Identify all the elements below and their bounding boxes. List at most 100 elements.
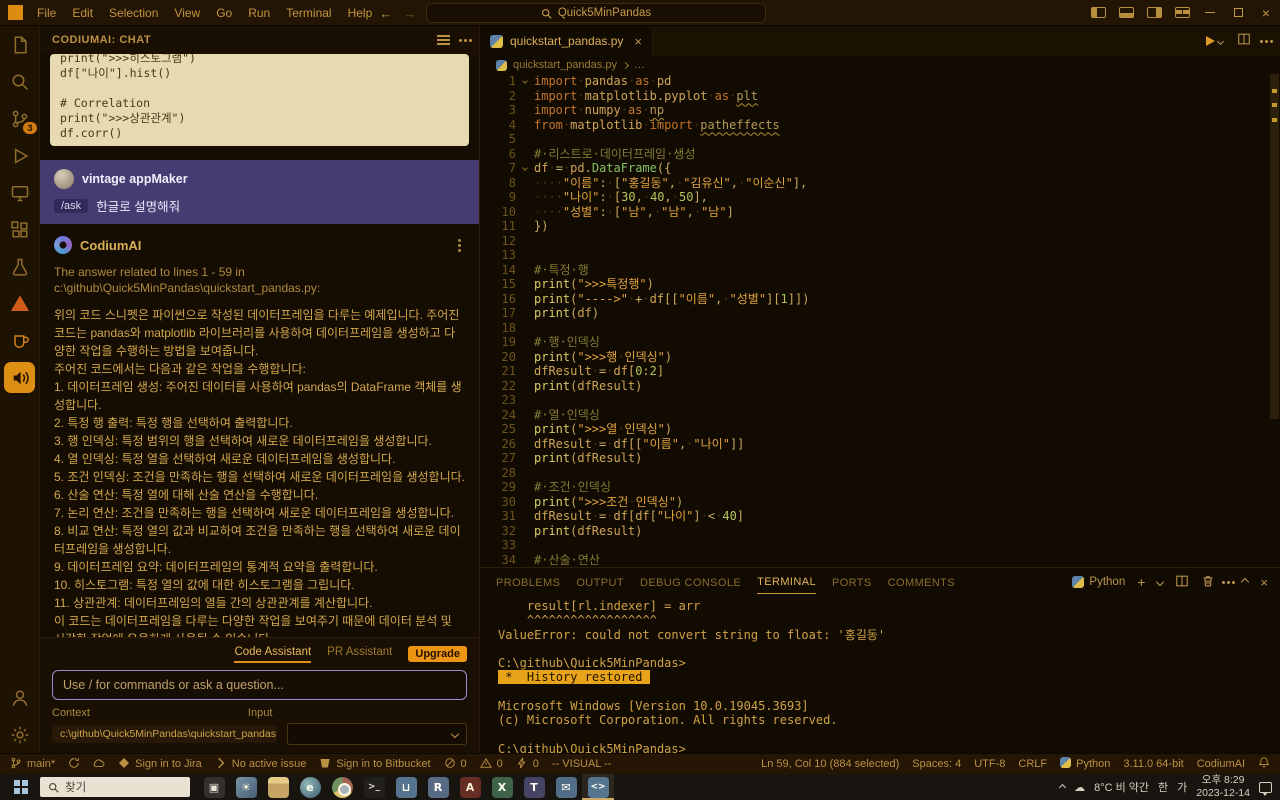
- panel-more-icon[interactable]: [1227, 580, 1231, 584]
- taskbar-search[interactable]: 찾기: [40, 777, 190, 797]
- ime-mode[interactable]: 가: [1177, 779, 1187, 795]
- activity-remote-explorer-icon[interactable]: [0, 174, 40, 211]
- panel-tab-output[interactable]: OUTPUT: [576, 571, 624, 594]
- start-button[interactable]: [4, 774, 38, 800]
- chat-list-icon[interactable]: [437, 39, 450, 41]
- minimize-button[interactable]: [1196, 0, 1224, 26]
- panel-tab-debug-console[interactable]: DEBUG CONSOLE: [640, 571, 741, 594]
- taskbar-app-remote[interactable]: R: [422, 774, 454, 800]
- chat-input[interactable]: [52, 670, 467, 700]
- status-git-sync[interactable]: [68, 757, 80, 772]
- input-selector[interactable]: [287, 723, 467, 745]
- toggle-secondary-sidebar-icon[interactable]: [1140, 0, 1168, 26]
- taskbar-app-files[interactable]: [262, 774, 294, 800]
- status-jira-signin[interactable]: Sign in to Jira: [118, 757, 202, 772]
- editor-scrollbar[interactable]: [1269, 74, 1280, 567]
- tab-close-icon[interactable]: ×: [634, 34, 642, 49]
- upgrade-button[interactable]: Upgrade: [408, 646, 467, 662]
- menu-selection[interactable]: Selection: [101, 0, 166, 26]
- chat-tab-pr-assistant[interactable]: PR Assistant: [327, 646, 392, 663]
- activity-explorer-icon[interactable]: [0, 26, 40, 63]
- taskbar-app-store[interactable]: ⊔: [390, 774, 422, 800]
- activity-extensions-icon[interactable]: [0, 211, 40, 248]
- menu-help[interactable]: Help: [340, 0, 381, 26]
- tray-weather[interactable]: 8°C 비 약간: [1094, 779, 1149, 795]
- activity-settings-icon[interactable]: [0, 716, 40, 753]
- taskbar-app-taskview[interactable]: ▣: [198, 774, 230, 800]
- activity-testing-icon[interactable]: [0, 248, 40, 285]
- chat-more-icon[interactable]: [464, 38, 467, 42]
- status-problems-warnings[interactable]: 0: [479, 757, 503, 772]
- run-python-button[interactable]: [1206, 36, 1225, 46]
- status-language-mode[interactable]: Python: [1060, 757, 1110, 771]
- activity-source-control-icon[interactable]: 3: [0, 100, 40, 137]
- split-terminal-icon[interactable]: [1175, 574, 1189, 591]
- activity-cup-extension-icon[interactable]: [0, 322, 40, 359]
- status-notifications[interactable]: [1258, 756, 1270, 772]
- nav-forward-icon[interactable]: →: [402, 6, 418, 21]
- panel-tab-terminal[interactable]: TERMINAL: [757, 570, 816, 594]
- menu-go[interactable]: Go: [208, 0, 240, 26]
- activity-account-icon[interactable]: [0, 679, 40, 716]
- toggle-panel-icon[interactable]: [1112, 0, 1140, 26]
- taskbar-app-chrome[interactable]: [326, 774, 358, 800]
- breadcrumb-file[interactable]: quickstart_pandas.py: [513, 59, 617, 71]
- fold-chevron-icon[interactable]: [516, 74, 534, 89]
- status-publish[interactable]: [93, 757, 105, 772]
- scrollbar-thumb[interactable]: [1270, 74, 1279, 419]
- toggle-primary-sidebar-icon[interactable]: [1084, 0, 1112, 26]
- menu-view[interactable]: View: [166, 0, 208, 26]
- taskbar-app-terminal[interactable]: >_: [358, 774, 390, 800]
- taskbar-app-edge[interactable]: e: [294, 774, 326, 800]
- activity-run-debug-icon[interactable]: [0, 137, 40, 174]
- panel-tab-problems[interactable]: PROBLEMS: [496, 571, 560, 594]
- activity-search-icon[interactable]: [0, 63, 40, 100]
- breadcrumb[interactable]: quickstart_pandas.py …: [480, 56, 1280, 74]
- status-encoding[interactable]: UTF-8: [974, 758, 1005, 770]
- nav-back-icon[interactable]: ←: [378, 6, 394, 21]
- close-panel-icon[interactable]: ×: [1260, 575, 1268, 590]
- taskbar-app-mail[interactable]: ✉: [550, 774, 582, 800]
- status-eol[interactable]: CRLF: [1018, 758, 1047, 770]
- terminal-dropdown-icon[interactable]: [1156, 577, 1165, 587]
- menu-file[interactable]: File: [29, 0, 64, 26]
- taskbar-app-excel[interactable]: X: [486, 774, 518, 800]
- taskbar-app-vscode[interactable]: <>: [582, 774, 614, 800]
- status-python-interpreter[interactable]: 3.11.0 64-bit: [1123, 758, 1183, 770]
- tab-quickstart-pandas[interactable]: quickstart_pandas.py ×: [480, 26, 653, 56]
- taskbar-app-widgets[interactable]: ☀: [230, 774, 262, 800]
- status-git-branch[interactable]: main*: [10, 757, 55, 772]
- fold-chevron-icon[interactable]: [516, 161, 534, 176]
- context-file-chip[interactable]: c:\github\Quick5MinPandas\quickstart_pan…: [52, 725, 277, 743]
- command-center-search[interactable]: Quick5MinPandas: [426, 3, 766, 23]
- menu-edit[interactable]: Edit: [64, 0, 101, 26]
- kill-terminal-icon[interactable]: [1201, 574, 1215, 591]
- maximize-panel-icon[interactable]: [1241, 577, 1250, 587]
- panel-tab-ports[interactable]: PORTS: [832, 571, 872, 594]
- chat-tab-code-assistant[interactable]: Code Assistant: [234, 646, 312, 663]
- activity-warning-extension-icon[interactable]: [0, 285, 40, 322]
- editor-more-actions-icon[interactable]: [1265, 39, 1268, 43]
- status-active-issue[interactable]: No active issue: [215, 757, 306, 772]
- taskbar-clock[interactable]: 오후 8:29 2023-12-14: [1196, 774, 1250, 799]
- ime-indicator[interactable]: 한: [1158, 779, 1168, 795]
- new-terminal-icon[interactable]: +: [1137, 574, 1145, 590]
- taskbar-app-teams[interactable]: T: [518, 774, 550, 800]
- close-button[interactable]: ×: [1252, 0, 1280, 26]
- panel-tab-comments[interactable]: COMMENTS: [888, 571, 955, 594]
- terminal-output[interactable]: result[rl.indexer] = arr ^^^^^^^^^^^^^^^…: [480, 596, 1280, 753]
- status-vim-mode[interactable]: -- VISUAL --: [552, 758, 612, 770]
- customize-layout-icon[interactable]: [1168, 0, 1196, 26]
- menu-terminal[interactable]: Terminal: [278, 0, 339, 26]
- status-feedback[interactable]: 0: [516, 757, 539, 772]
- maximize-button[interactable]: [1224, 0, 1252, 26]
- activity-codiumai-icon[interactable]: [4, 362, 35, 393]
- code-editor[interactable]: 1 import·pandas·as·pd 2 import·matplotlib.p…: [480, 74, 1280, 567]
- status-problems-errors[interactable]: 0: [444, 757, 467, 772]
- terminal-shell-label[interactable]: Python: [1072, 576, 1125, 588]
- tray-expand-icon[interactable]: [1059, 783, 1067, 791]
- message-menu-icon[interactable]: [458, 243, 461, 247]
- assistant-intro-path[interactable]: c:\github\Quick5MinPandas\quickstart_pan…: [54, 280, 465, 296]
- status-cursor-position[interactable]: Ln 59, Col 10 (884 selected): [761, 758, 899, 770]
- status-indentation[interactable]: Spaces: 4: [912, 758, 961, 770]
